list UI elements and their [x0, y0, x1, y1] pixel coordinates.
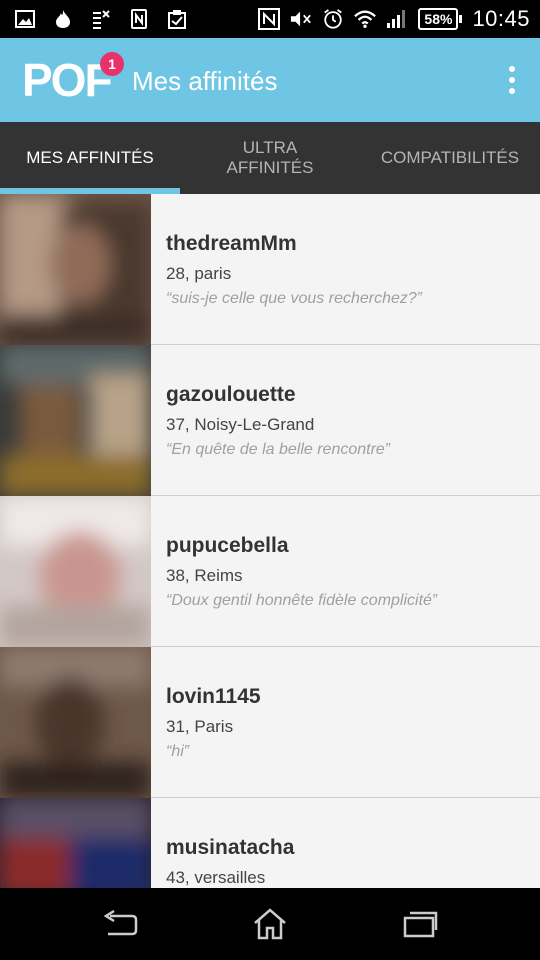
nfc-icon [258, 8, 281, 30]
profile-photo[interactable] [0, 194, 151, 345]
match-info: gazoulouette 37, Noisy-Le-Grand “En quêt… [166, 383, 530, 459]
list-item[interactable]: lovin1145 31, Paris “hi‟ [0, 647, 540, 798]
alarm-icon [322, 8, 344, 30]
tab-label: MES AFFINITÉS [26, 148, 154, 167]
tab-mes-affinites[interactable]: MES AFFINITÉS [0, 122, 180, 194]
profile-photo[interactable] [0, 345, 151, 496]
mute-icon [290, 8, 312, 30]
list-item[interactable]: musinatacha 43, versailles [0, 798, 540, 888]
age-location: 28, paris [166, 264, 232, 283]
age-location: 38, Reims [166, 566, 243, 585]
profile-photo[interactable] [0, 496, 151, 647]
overflow-menu-icon[interactable] [506, 66, 518, 94]
system-icons: 58% 10:45 [258, 5, 530, 33]
nfc-app-icon [128, 8, 150, 30]
match-info: musinatacha 43, versailles [166, 836, 530, 888]
recents-icon[interactable] [400, 906, 440, 942]
headline: “Doux gentil honnête fidèle complicité‟ [166, 592, 438, 609]
status-bar: 58% 10:45 [0, 0, 540, 38]
home-icon[interactable] [250, 906, 290, 942]
signal-icon [386, 8, 408, 30]
battery-level: 58% [424, 11, 453, 27]
battery-indicator: 58% [418, 8, 463, 30]
headline: “suis-je celle que vous recherchez?‟ [166, 290, 423, 307]
tab-label: ULTRA AFFINITÉS [226, 138, 314, 177]
notification-badge[interactable]: 1 [100, 52, 124, 76]
clipboard-check-icon [166, 8, 188, 30]
clock: 10:45 [472, 6, 530, 31]
notification-icons [14, 8, 188, 30]
username[interactable]: musinatacha [166, 836, 530, 860]
username[interactable]: pupucebella [166, 534, 530, 558]
username[interactable]: lovin1145 [166, 685, 530, 709]
age-location: 37, Noisy-Le-Grand [166, 415, 315, 434]
list-item[interactable]: pupucebella 38, Reims “Doux gentil honnê… [0, 496, 540, 647]
page-title: Mes affinités [132, 66, 278, 96]
flame-icon [52, 8, 74, 30]
tab-compatibilites[interactable]: COMPATIBILITÉS [360, 122, 540, 194]
username[interactable]: thedreamMm [166, 232, 530, 256]
image-icon [14, 8, 36, 30]
profile-photo[interactable] [0, 798, 151, 888]
list-item[interactable]: gazoulouette 37, Noisy-Le-Grand “En quêt… [0, 345, 540, 496]
profile-photo[interactable] [0, 647, 151, 798]
tab-ultra-affinites[interactable]: ULTRA AFFINITÉS [180, 122, 360, 194]
age-location: 31, Paris [166, 717, 234, 736]
wifi-icon [354, 8, 377, 30]
pof-logo[interactable]: POF [22, 56, 113, 104]
tab-label: COMPATIBILITÉS [380, 148, 520, 167]
app-bar: POF 1 Mes affinités [0, 38, 540, 122]
match-info: thedreamMm 28, paris “suis-je celle que … [166, 232, 530, 308]
headline: “En quête de la belle rencontre‟ [166, 441, 391, 458]
age-location: 43, versailles [166, 868, 266, 887]
username[interactable]: gazoulouette [166, 383, 530, 407]
match-info: lovin1145 31, Paris “hi‟ [166, 685, 530, 761]
navigation-bar [0, 888, 540, 960]
match-info: pupucebella 38, Reims “Doux gentil honnê… [166, 534, 530, 610]
tab-bar: MES AFFINITÉS ULTRA AFFINITÉS COMPATIBIL… [0, 122, 540, 194]
match-list[interactable]: thedreamMm 28, paris “suis-je celle que … [0, 194, 540, 888]
headline: “hi‟ [166, 743, 190, 760]
list-item[interactable]: thedreamMm 28, paris “suis-je celle que … [0, 194, 540, 345]
sync-off-icon [90, 8, 112, 30]
back-icon[interactable] [100, 906, 140, 942]
